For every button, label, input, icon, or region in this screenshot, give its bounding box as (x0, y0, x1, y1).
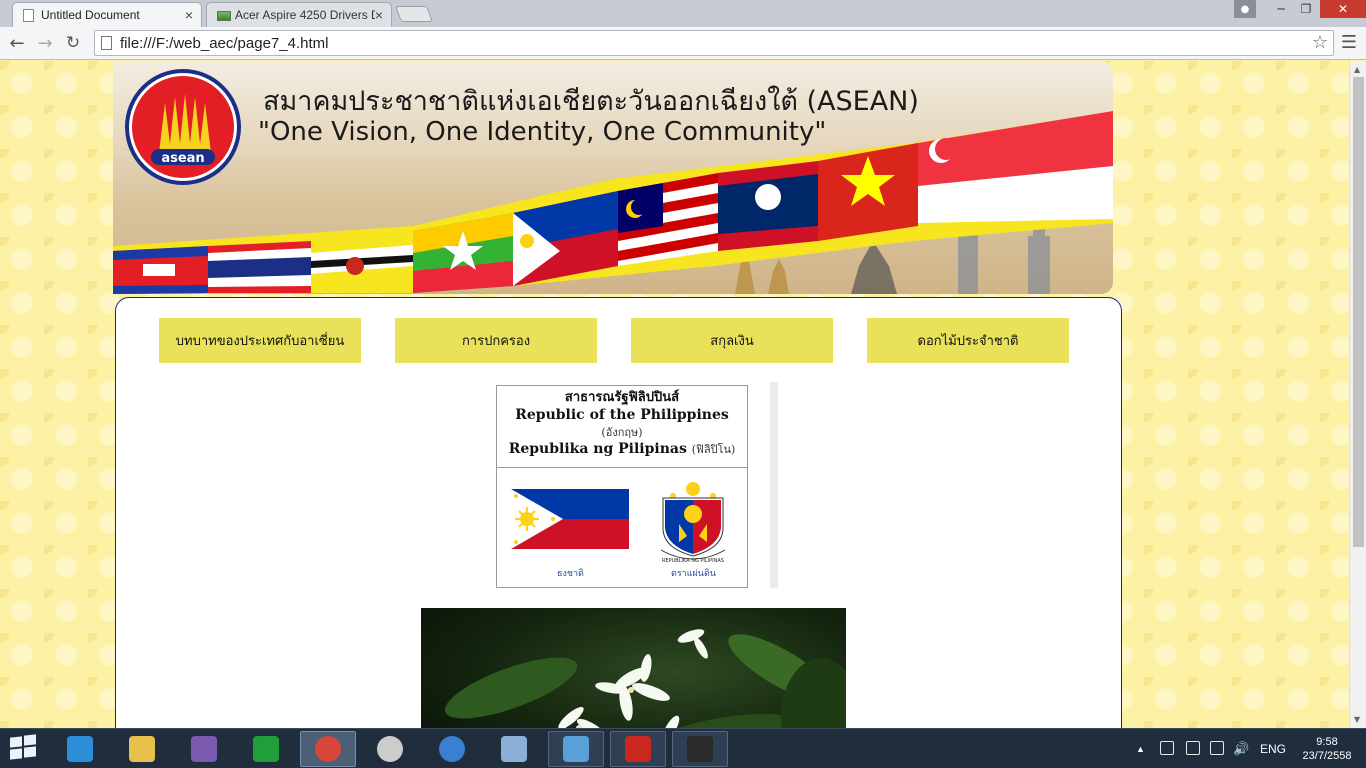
page-icon (101, 36, 112, 50)
browser-toolbar: ← → ↻ file:///F:/web_aec/page7_4.html ☆ … (0, 27, 1366, 60)
user-profile-icon[interactable]: ● (1234, 0, 1256, 18)
country-infobox: สาธารณรัฐฟิลิปปินส์ Republic of the Phil… (496, 385, 748, 588)
file-explorer-icon (129, 736, 155, 762)
filipino-name: Republika ng Pilipinas (508, 441, 687, 457)
red-app-icon (625, 736, 651, 762)
tab-acer-drivers[interactable]: Acer Aspire 4250 Drivers D × (206, 2, 392, 27)
new-tab-button[interactable] (395, 6, 433, 22)
battery-icon[interactable] (1186, 741, 1200, 755)
infobox-header: สาธารณรัฐฟิลิปปินส์ Republic of the Phil… (497, 386, 747, 468)
taskbar-app-button[interactable] (486, 731, 542, 767)
page-viewport: asean สมาคมประชาชาติแห่งเอเชียตะวันออกเฉ… (0, 61, 1349, 728)
taskbar-app-button[interactable] (114, 731, 170, 767)
sphere-app-icon (439, 736, 465, 762)
visual-studio-icon (191, 736, 217, 762)
country-name-english: Republic of the Philippines (515, 407, 729, 423)
photo-viewer-icon (501, 736, 527, 762)
show-hidden-icons-arrow[interactable]: ▲ (1136, 729, 1145, 768)
asean-logo: asean (125, 69, 241, 185)
asean-banner: asean สมาคมประชาชาติแห่งเอเชียตะวันออกเฉ… (113, 61, 1113, 294)
tab-title: Acer Aspire 4250 Drivers D (235, 8, 375, 22)
network-icon[interactable] (1210, 741, 1224, 755)
nav-government-button[interactable]: การปกครอง (395, 318, 597, 363)
sampaguita-flower-image (444, 629, 846, 728)
seal-caption: ตราแผ่นดิน (671, 569, 716, 579)
seal-ribbon-text: REPUBLIKA NG PILIPINAS (662, 558, 724, 564)
paint-icon (563, 736, 589, 762)
address-bar[interactable]: file:///F:/web_aec/page7_4.html ☆ (94, 30, 1334, 56)
url-text[interactable]: file:///F:/web_aec/page7_4.html (120, 35, 328, 52)
clock-time: 9:58 (1316, 736, 1338, 748)
taskbar-app-button[interactable] (548, 731, 604, 767)
action-center-flag-icon[interactable] (1160, 741, 1174, 755)
asean-logo-text: asean (161, 151, 204, 166)
flag-caption: ธงชาติ (557, 569, 584, 579)
country-name-filipino: Republika ng Pilipinas (ฟิลิปิโน) (497, 440, 747, 459)
close-tab-icon[interactable]: × (375, 7, 383, 23)
nav-national-flower-button[interactable]: ดอกไม้ประจำชาติ (867, 318, 1069, 363)
chrome-icon (315, 736, 341, 762)
infobox-shadow (770, 382, 778, 588)
nav-currency-button[interactable]: สกุลเงิน (631, 318, 833, 363)
scrollbar-thumb[interactable] (1353, 77, 1364, 547)
clock-date: 23/7/2558 (1302, 750, 1352, 762)
tab-untitled-document[interactable]: Untitled Document × (12, 2, 202, 27)
windows-taskbar: ▲ 🔊 ENG 9:58 23/7/2558 (0, 728, 1366, 768)
banner-motto: "One Vision, One Identity, One Community… (258, 117, 827, 147)
taskbar-app-button[interactable] (52, 731, 108, 767)
safari-compass-icon (377, 736, 403, 762)
taskbar-app-button[interactable] (362, 731, 418, 767)
philippines-flag (511, 489, 629, 549)
filipino-note: (ฟิลิปิโน) (691, 443, 736, 456)
hon-game-icon (687, 736, 713, 762)
forward-arrow-icon[interactable]: → (34, 32, 56, 54)
windows-start-icon[interactable] (10, 734, 38, 761)
infobox-body: REPUBLIKA NG PILIPINAS ธงชาติ ตราแผ่นดิน (497, 468, 747, 588)
taskbar-app-button[interactable] (238, 731, 294, 767)
taskbar-app-button[interactable] (300, 731, 356, 767)
minimize-button[interactable]: ─ (1268, 0, 1294, 18)
english-note: (อังกฤษ) (601, 426, 643, 439)
national-flower-photo (421, 608, 846, 728)
taskbar-app-button[interactable] (424, 731, 480, 767)
close-tab-icon[interactable]: × (185, 7, 193, 23)
scroll-down-icon[interactable]: ▼ (1354, 715, 1360, 724)
language-indicator[interactable]: ENG (1260, 729, 1286, 768)
tab-title: Untitled Document (41, 8, 140, 22)
page-scrollbar[interactable]: ▲ ▼ (1349, 61, 1366, 728)
bookmark-star-icon[interactable]: ☆ (1312, 32, 1328, 53)
tab-strip: Untitled Document × Acer Aspire 4250 Dri… (0, 0, 1366, 27)
internet-explorer-icon (67, 736, 93, 762)
image-favicon-icon (217, 11, 231, 21)
country-name-thai: สาธารณรัฐฟิลิปปินส์ (564, 390, 680, 405)
restore-button[interactable]: ❐ (1294, 0, 1318, 18)
taskbar-app-button[interactable] (610, 731, 666, 767)
store-icon (253, 736, 279, 762)
reload-icon[interactable]: ↻ (62, 32, 84, 54)
nav-role-in-asean-button[interactable]: บทบาทของประเทศกับอาเซี่ยน (159, 318, 361, 363)
philippines-coat-of-arms: REPUBLIKA NG PILIPINAS (660, 482, 726, 564)
back-arrow-icon[interactable]: ← (6, 32, 28, 54)
system-clock[interactable]: 9:58 23/7/2558 (1298, 729, 1356, 768)
close-window-button[interactable]: ✕ (1320, 0, 1366, 18)
volume-icon[interactable]: 🔊 (1233, 729, 1249, 768)
chrome-menu-icon[interactable]: ☰ (1340, 33, 1358, 53)
taskbar-app-button[interactable] (176, 731, 232, 767)
scroll-up-icon[interactable]: ▲ (1354, 65, 1360, 74)
banner-title: สมาคมประชาชาติแห่งเอเชียตะวันออกเฉียงใต้… (263, 86, 919, 117)
taskbar-app-button[interactable] (672, 731, 728, 767)
content-panel: บทบาทของประเทศกับอาเซี่ยน การปกครอง สกุล… (115, 297, 1122, 728)
page-icon (23, 9, 34, 22)
